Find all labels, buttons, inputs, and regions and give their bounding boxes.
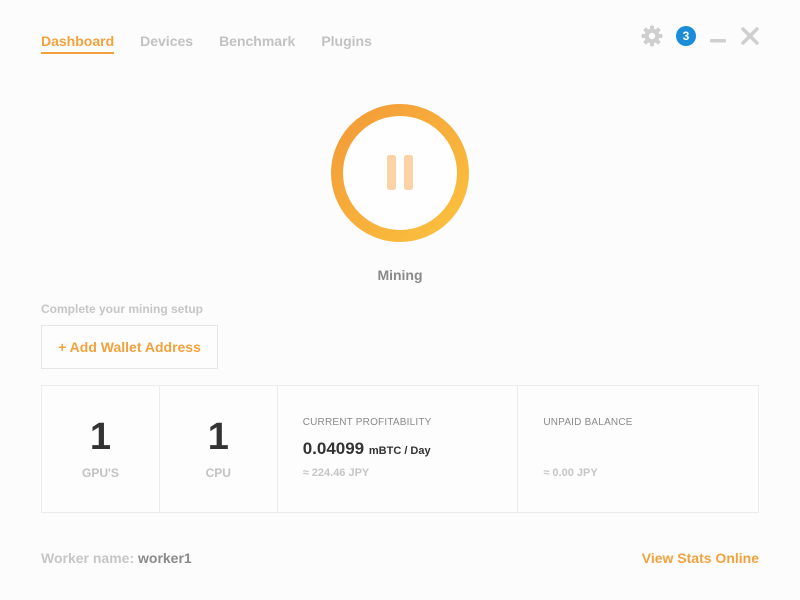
progress-ring xyxy=(331,104,469,242)
add-wallet-button[interactable]: + Add Wallet Address xyxy=(41,325,218,369)
worker-label: Worker name: xyxy=(41,550,135,566)
worker-info: Worker name: worker1 xyxy=(41,550,192,566)
cpu-count-stat: 1 CPU xyxy=(160,386,278,512)
close-icon xyxy=(741,27,759,45)
main-nav: Dashboard Devices Benchmark Plugins xyxy=(41,33,372,54)
gpu-count: 1 xyxy=(89,416,111,458)
profitability-unit: mBTC / Day xyxy=(368,445,431,457)
balance-fiat: ≈ 0.00 JPY xyxy=(543,467,598,479)
gpu-label: GPU'S xyxy=(81,466,119,480)
profitability-stat: CURRENT PROFITABILITY 0.04099 mBTC / Day… xyxy=(278,386,519,512)
notification-badge[interactable]: 3 xyxy=(676,26,696,46)
close-button[interactable] xyxy=(740,26,760,46)
cpu-count: 1 xyxy=(207,416,229,458)
window-controls: 3 xyxy=(640,24,760,48)
cpu-label: CPU xyxy=(205,466,231,480)
worker-name: worker1 xyxy=(138,550,192,566)
setup-label: Complete your mining setup xyxy=(41,302,204,316)
stats-panel: 1 GPU'S 1 CPU CURRENT PROFITABILITY 0.04… xyxy=(41,385,759,513)
profitability-title: CURRENT PROFITABILITY xyxy=(302,417,432,428)
tab-plugins[interactable]: Plugins xyxy=(321,33,372,54)
mining-toggle-button[interactable] xyxy=(330,103,470,243)
profitability-value: 0.04099 xyxy=(302,439,365,458)
settings-button[interactable] xyxy=(640,24,664,48)
minimize-button[interactable] xyxy=(708,26,728,46)
minimize-icon xyxy=(710,39,726,43)
profitability-fiat: ≈ 224.46 JPY xyxy=(302,467,370,479)
balance-stat: UNPAID BALANCE ≈ 0.00 JPY xyxy=(518,386,758,512)
view-stats-link[interactable]: View Stats Online xyxy=(642,550,759,566)
mining-status: Mining xyxy=(377,267,423,283)
balance-title: UNPAID BALANCE xyxy=(543,417,633,428)
profitability-value-row: 0.04099 mBTC / Day xyxy=(303,439,431,459)
tab-devices[interactable]: Devices xyxy=(140,33,193,54)
gear-icon xyxy=(641,25,663,47)
tab-benchmark[interactable]: Benchmark xyxy=(219,33,295,54)
tab-dashboard[interactable]: Dashboard xyxy=(41,33,115,54)
gpu-count-stat: 1 GPU'S xyxy=(42,386,160,512)
